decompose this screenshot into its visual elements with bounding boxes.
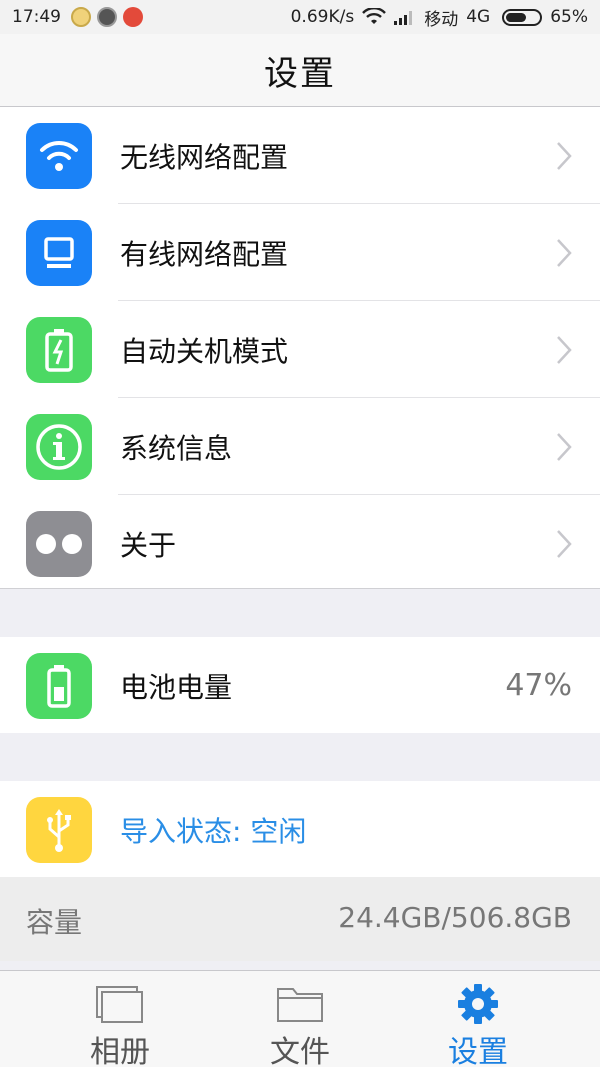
chevron-right-icon [557,141,572,170]
screen: 17:49 0.69K/s 移动 4G 65% 设置 无线网络配置 有线网络配置… [0,0,600,1067]
chevron-right-icon [557,529,572,558]
tab-files[interactable]: 文件 [200,971,400,1067]
notification-icon-smiley [71,7,91,27]
import-section: 导入状态: 空闲 [0,781,600,877]
settings-item-wired[interactable]: 有线网络配置 [0,204,600,301]
battery-level-value: 47% [505,668,572,703]
import-status-label: 导入状态: 空闲 [120,814,307,848]
capacity-row: 容量 24.4GB/506.8GB [0,877,600,961]
settings-item-auto-shutdown[interactable]: 自动关机模式 [0,301,600,398]
chevron-right-icon [557,432,572,461]
page-title: 设置 [264,53,336,94]
battery-charging-icon [26,317,92,383]
network-type: 4G [466,7,491,27]
settings-item-system-info[interactable]: 系统信息 [0,398,600,495]
capacity-value: 24.4GB/506.8GB [338,901,572,934]
cell-signal-icon [394,11,413,25]
tab-label: 设置 [448,1035,508,1067]
notification-icon-wifi-app [123,7,143,27]
settings-item-label: 有线网络配置 [120,237,289,271]
settings-item-label: 系统信息 [120,431,233,465]
settings-item-wifi[interactable]: 无线网络配置 [0,107,600,204]
nav-bar: 设置 [0,34,600,107]
battery-icon [26,653,92,719]
status-bar: 17:49 0.69K/s 移动 4G 65% [0,0,600,34]
settings-item-label: 自动关机模式 [120,334,289,368]
wifi-icon [26,123,92,189]
carrier-name: 移动 [424,9,459,30]
chevron-right-icon [557,238,572,267]
monitor-icon [26,220,92,286]
battery-label: 电池电量 [120,670,233,704]
settings-item-about[interactable]: 关于 [0,495,600,592]
status-time: 17:49 [12,7,61,27]
tab-bar: 相册 文件 设置 [0,970,600,1067]
tab-settings[interactable]: 设置 [378,971,578,1067]
battery-section: 电池电量 47% [0,637,600,733]
settings-item-label: 无线网络配置 [120,140,289,174]
status-right: 0.69K/s 移动 4G 65% [291,5,588,30]
tab-album[interactable]: 相册 [20,971,220,1067]
gear-icon [458,984,498,1024]
info-icon [26,414,92,480]
wifi-signal-icon [362,8,387,24]
chevron-right-icon [557,335,572,364]
net-speed: 0.69K/s [290,7,355,27]
settings-list: 无线网络配置 有线网络配置 自动关机模式 系统信息 关于 [0,107,600,589]
folder-icon [277,988,323,1022]
import-status-row[interactable]: 导入状态: 空闲 [0,781,600,878]
battery-row: 电池电量 47% [0,637,600,734]
dots-icon [26,511,92,577]
capacity-label: 容量 [26,906,83,939]
battery-fill [506,12,526,22]
tab-label: 相册 [90,1035,150,1067]
settings-item-label: 关于 [120,528,177,562]
tab-label: 文件 [270,1035,330,1067]
album-icon [96,986,143,1023]
usb-icon [26,797,92,863]
battery-percent: 65% [550,7,588,27]
battery-status-icon [502,8,543,26]
notification-icon-penguin [97,7,117,27]
